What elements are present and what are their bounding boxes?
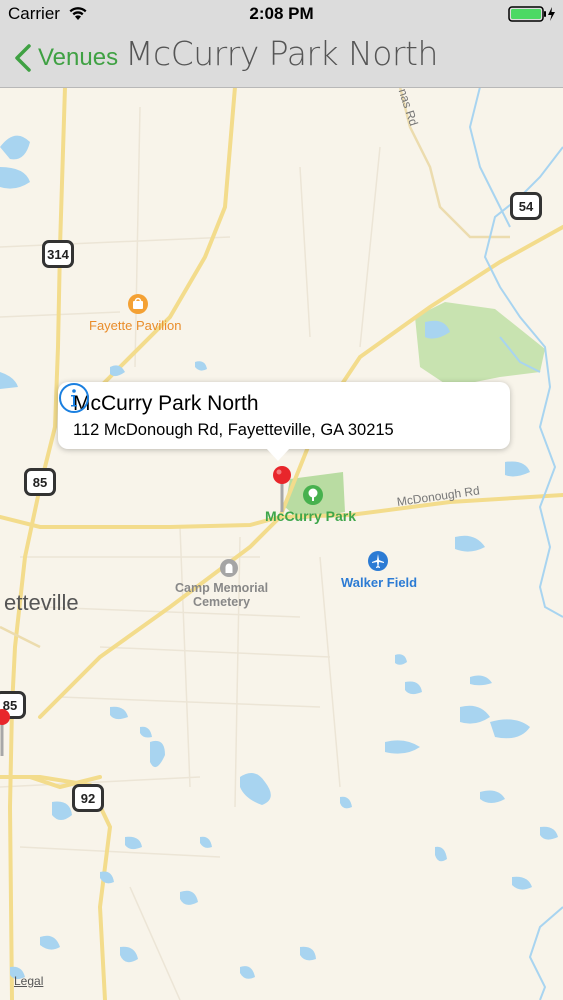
legal-link[interactable]: Legal <box>14 974 43 988</box>
highway-shield-92: 92 <box>72 784 104 812</box>
status-bar: Carrier 2:08 PM <box>0 0 563 30</box>
highway-shield-54: 54 <box>510 192 542 220</box>
annotation-callout[interactable]: McCurry Park North 112 McDonough Rd, Fay… <box>58 382 510 461</box>
map-pin-icon[interactable] <box>270 464 294 514</box>
poi-walker-field[interactable]: Walker Field <box>341 575 417 590</box>
poi-camp-memorial-line1: Camp Memorial <box>175 581 269 595</box>
map-pin-secondary-icon[interactable] <box>0 706 12 758</box>
top-bar: Carrier 2:08 PM Venues McCurry Park Nort… <box>0 0 563 88</box>
page-title: McCurry Park North <box>125 34 438 73</box>
clock: 2:08 PM <box>249 4 314 23</box>
map-view[interactable]: Fayette Pavilion McCurry Park Walker Fie… <box>0 87 563 1000</box>
cemetery-icon[interactable] <box>219 558 239 578</box>
airplane-icon[interactable] <box>367 550 389 572</box>
poi-fayette-pavilion[interactable]: Fayette Pavilion <box>89 318 182 333</box>
shopping-bag-icon[interactable] <box>127 293 149 315</box>
poi-camp-memorial-line2: Cemetery <box>193 595 251 609</box>
callout-title: McCurry Park North <box>73 392 259 415</box>
info-icon[interactable] <box>58 382 90 414</box>
poi-camp-memorial-cemetery[interactable]: Camp Memorial Cemetery <box>175 581 268 609</box>
highway-shield-85: 85 <box>24 468 56 496</box>
city-label: etteville <box>4 590 79 615</box>
battery-icon <box>508 6 555 22</box>
highway-shield-314: 314 <box>42 240 74 268</box>
map-canvas <box>0 87 563 1000</box>
tree-icon[interactable] <box>302 484 324 506</box>
callout-address: 112 McDonough Rd, Fayetteville, GA 30215 <box>73 421 394 439</box>
nav-bar: Venues McCurry Park North <box>0 30 563 87</box>
